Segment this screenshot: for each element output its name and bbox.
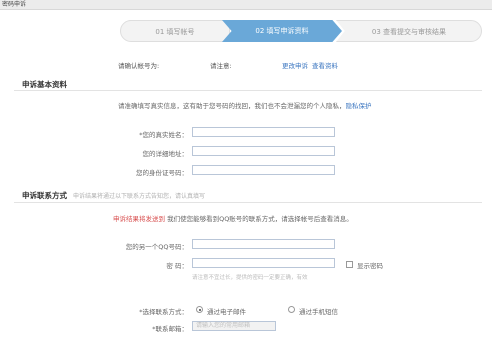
contact-notice: 申诉结果将发送到 我们使您能够看到QQ账号的联系方式，请选择帐号后查看消息。 bbox=[113, 213, 353, 223]
real-name-label: *您的真实姓名： bbox=[139, 131, 188, 139]
section-divider bbox=[14, 202, 482, 203]
change-account-link[interactable]: 更改申诉 bbox=[282, 60, 308, 72]
account-confirm-row: 请确认帐号为: 请注意: 更改申诉 查看资料 bbox=[0, 60, 492, 72]
view-info-link[interactable]: 查看资料 bbox=[312, 60, 338, 72]
window-title: 密码申诉 bbox=[2, 1, 27, 8]
email-method-label: 通过电子邮件 bbox=[207, 308, 246, 316]
section-divider bbox=[14, 90, 482, 91]
privacy-link[interactable]: 隐私保护 bbox=[346, 102, 372, 110]
basic-intro-text: 请准确填写真实信息，这有助于您号码的找回，我们也不会泄漏您的个人隐私， bbox=[118, 102, 346, 110]
account-value: 请注意: bbox=[210, 62, 232, 70]
section-contact-subtitle: 申诉结果将通过以下联系方式告知您，请认真填写 bbox=[73, 193, 206, 200]
show-password-checkbox[interactable] bbox=[346, 261, 353, 268]
contact-warning: 申诉结果将发送到 bbox=[113, 215, 165, 223]
step-1: 01 填写帐号 bbox=[120, 20, 230, 42]
step-2-active: 02 填写申诉资料 bbox=[222, 20, 342, 42]
window-titlebar: 密码申诉 bbox=[0, 0, 492, 10]
step-3: 03 查看提交与审核结果 bbox=[336, 20, 482, 42]
password-label: 密 码： bbox=[166, 262, 188, 270]
password-input[interactable] bbox=[192, 258, 335, 268]
contact-method-label: *选择联系方式： bbox=[139, 308, 188, 316]
basic-intro: 请准确填写真实信息，这有助于您号码的找回，我们也不会泄漏您的个人隐私，隐私保护 bbox=[118, 100, 372, 110]
qq-number-input[interactable] bbox=[192, 239, 335, 249]
sms-method-label: 通过手机短信 bbox=[299, 308, 338, 316]
section-basic-title: 申诉基本资料 bbox=[22, 80, 67, 89]
show-password-label: 显示密码 bbox=[357, 262, 383, 270]
real-name-input[interactable] bbox=[192, 127, 335, 137]
email-method-radio[interactable] bbox=[196, 306, 203, 313]
sms-method-radio[interactable] bbox=[288, 306, 295, 313]
contact-email-input[interactable]: 请输入您的常用邮箱 bbox=[192, 321, 276, 331]
progress-steps: 01 填写帐号 02 填写申诉资料 03 查看提交与审核结果 bbox=[120, 20, 482, 42]
qq-number-label: 您的另一个QQ号码： bbox=[125, 243, 188, 251]
contact-email-label: *联系邮箱： bbox=[152, 325, 188, 333]
password-hint: 请注意不宜过长，提供的密码一定要正确，有效 bbox=[192, 275, 308, 281]
id-number-label: 您的身份证号码： bbox=[136, 169, 188, 177]
address-label: 您的详细地址： bbox=[142, 150, 189, 158]
id-number-input[interactable] bbox=[192, 165, 335, 175]
address-input[interactable] bbox=[192, 146, 335, 156]
contact-notice-text: 我们使您能够看到QQ账号的联系方式，请选择帐号后查看消息。 bbox=[167, 215, 353, 223]
account-label: 请确认帐号为: bbox=[118, 62, 160, 70]
section-contact-title: 申诉联系方式 申诉结果将通过以下联系方式告知您，请认真填写 bbox=[22, 190, 205, 201]
section-contact-title-text: 申诉联系方式 bbox=[22, 191, 67, 200]
